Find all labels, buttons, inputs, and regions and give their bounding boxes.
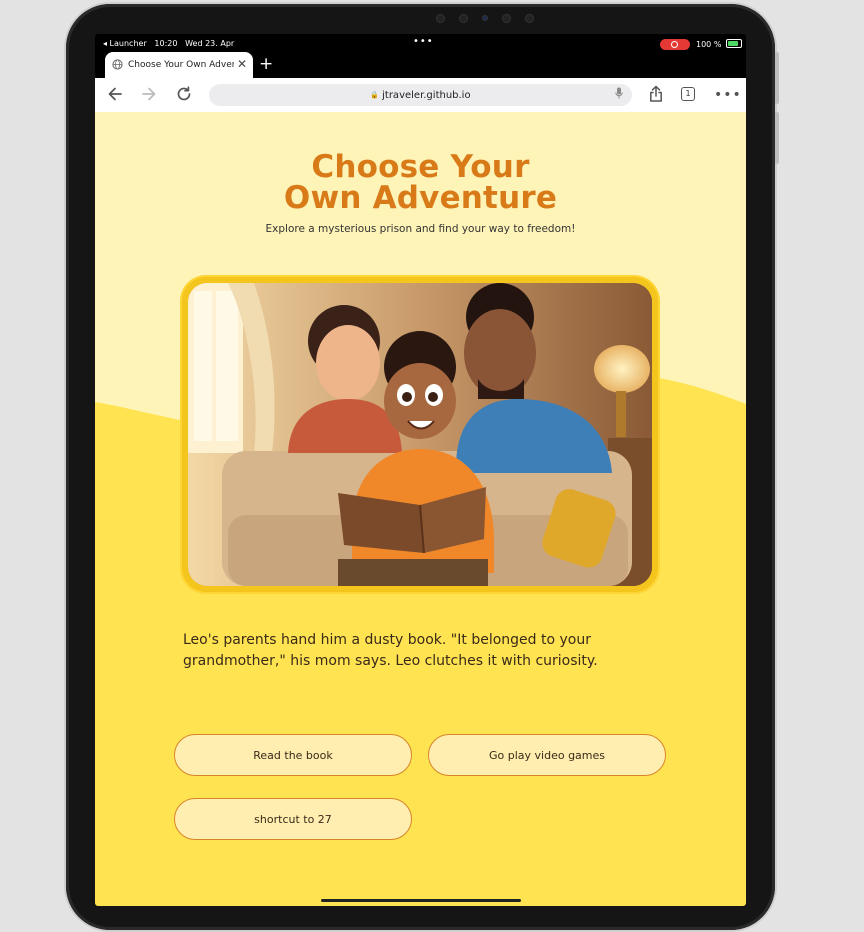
choice-button-shortcut[interactable]: shortcut to 27: [174, 798, 412, 840]
share-icon[interactable]: [645, 85, 667, 105]
address-bar[interactable]: 🔒 jtraveler.github.io: [209, 84, 632, 106]
close-tab-icon[interactable]: ✕: [237, 57, 247, 71]
story-image-frame: [182, 277, 658, 592]
back-arrow-icon[interactable]: [104, 85, 126, 105]
story-text: Leo's parents hand him a dusty book. "It…: [183, 632, 598, 669]
multitask-dots-icon[interactable]: •••: [413, 36, 434, 47]
reload-icon[interactable]: [173, 85, 195, 105]
new-tab-icon[interactable]: +: [259, 54, 273, 74]
forward-arrow-icon[interactable]: [138, 85, 160, 105]
status-date: Wed 23. Apr: [185, 39, 235, 48]
screen: ◂ Launcher 10:20 Wed 23. Apr ••• 100 % C…: [95, 34, 746, 906]
story-illustration: [188, 283, 652, 586]
url-text: jtraveler.github.io: [382, 90, 471, 101]
tab-title: Choose Your Own Adventure: [128, 60, 234, 70]
more-options-icon[interactable]: •••: [714, 85, 741, 105]
browser-tab-active[interactable]: Choose Your Own Adventure ✕: [105, 52, 253, 78]
browser-toolbar: 🔒 jtraveler.github.io 1 •••: [95, 78, 746, 113]
tab-strip: Choose Your Own Adventure ✕ +: [95, 48, 746, 78]
camera-array: [436, 14, 534, 23]
lock-icon: 🔒: [370, 91, 380, 99]
choice-button-read-book[interactable]: Read the book: [174, 734, 412, 776]
globe-icon: [112, 59, 123, 70]
tab-count-button[interactable]: 1: [681, 87, 695, 101]
volume-down-button: [775, 112, 779, 164]
microphone-icon[interactable]: [615, 84, 623, 106]
web-page: Choose Your Own Adventure Explore a myst…: [95, 112, 746, 906]
battery-icon: [725, 39, 742, 48]
home-indicator[interactable]: [321, 899, 521, 902]
volume-up-button: [775, 52, 779, 104]
tablet-frame: ◂ Launcher 10:20 Wed 23. Apr ••• 100 % C…: [66, 4, 779, 930]
back-to-app-link[interactable]: ◂ Launcher: [103, 39, 147, 48]
choice-button-play-games[interactable]: Go play video games: [428, 734, 666, 776]
status-time: 10:20: [154, 39, 178, 48]
page-title: Choose Your Own Adventure: [283, 149, 558, 216]
page-subtitle: Explore a mysterious prison and find you…: [265, 223, 576, 235]
